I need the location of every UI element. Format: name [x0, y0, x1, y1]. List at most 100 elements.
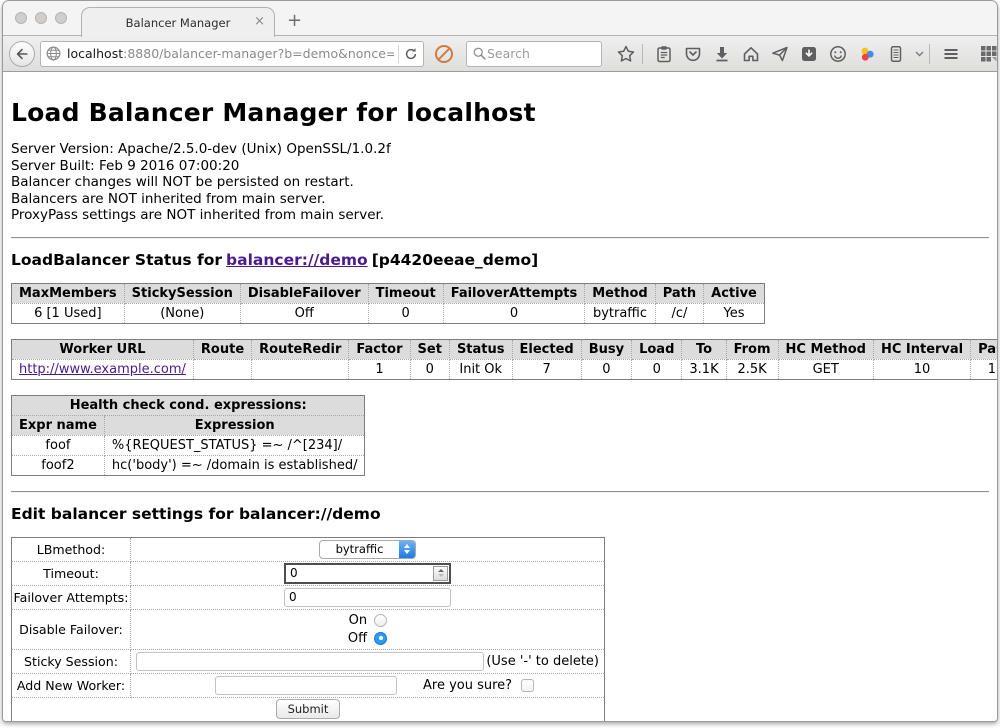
pocket-icon[interactable]	[681, 41, 705, 67]
sticky-session-cell: (Use '-' to delete)	[131, 649, 605, 673]
timeout-input[interactable]	[286, 565, 432, 582]
worker-value-cell: 0	[410, 359, 449, 379]
worker-value-cell: 1	[349, 359, 410, 379]
worker-header-cell: Busy	[581, 339, 631, 359]
grid-icon[interactable]	[977, 41, 998, 67]
balancer-demo-link[interactable]: balancer://demo	[226, 251, 368, 269]
balancer-header-cell: Path	[655, 283, 703, 303]
expression-header: Expression	[104, 415, 365, 435]
table-row: foof %{REQUEST_STATUS} =~ /^[234]/	[12, 435, 365, 455]
table-header-row: Worker URLRouteRouteRedirFactorSetStatus…	[12, 339, 998, 359]
page-content: Load Balancer Manager for localhost Serv…	[3, 72, 997, 722]
edit-balancer-heading: Edit balancer settings for balancer://de…	[11, 505, 989, 523]
caret-down-icon[interactable]	[913, 41, 925, 67]
worker-value-cell: Init Ok	[449, 359, 512, 379]
failover-attempts-input[interactable]	[284, 588, 451, 607]
submit-button[interactable]: Submit	[276, 699, 341, 719]
tab-title: Balancer Manager	[126, 16, 231, 30]
adblock-icon[interactable]	[432, 41, 456, 67]
worker-value-cell: 2.5K	[726, 359, 778, 379]
timeout-field-wrap	[284, 563, 451, 584]
bookmark-star-icon[interactable]	[614, 41, 638, 67]
minimize-window-button[interactable]	[35, 12, 47, 24]
downloads-icon[interactable]	[710, 41, 734, 67]
search-input[interactable]	[487, 46, 587, 61]
radio-off-label: Off	[348, 631, 367, 646]
status-heading-suffix: [p4420eeae_demo]	[372, 251, 539, 269]
number-spinner-icon[interactable]	[433, 566, 448, 581]
menu-icon[interactable]	[939, 41, 963, 67]
url-text[interactable]: localhost:8880/balancer-manager?b=demo&n…	[67, 46, 394, 61]
expression-cell: hc('body') =~ /domain is established/	[104, 455, 365, 475]
radio-on[interactable]	[374, 614, 387, 627]
search-bar[interactable]	[466, 41, 602, 67]
health-table-title: Health check cond. expressions:	[12, 395, 365, 415]
radio-off[interactable]	[374, 632, 387, 645]
form-row-failover-attempts: Failover Attempts:	[12, 585, 605, 609]
balancer-header-cell: DisableFailover	[240, 283, 368, 303]
worker-header-cell: Status	[449, 339, 512, 359]
lbmethod-select[interactable]: bytraffic	[319, 540, 416, 559]
worker-header-cell: RouteRedir	[252, 339, 349, 359]
form-row-submit: Submit	[12, 697, 605, 721]
home-icon[interactable]	[739, 41, 763, 67]
table-row: 6 [1 Used](None)Off00bytraffic/c/Yes	[12, 303, 765, 323]
table-header-row: Expr name Expression	[12, 415, 365, 435]
balancer-header-cell: Method	[585, 283, 655, 303]
status-heading-prefix: LoadBalancer Status for	[11, 251, 222, 269]
balancer-settings-form: LBmethod: bytraffic Timeout:	[11, 537, 605, 722]
tab-close-icon[interactable]: ×	[254, 15, 265, 29]
new-tab-button[interactable]: +	[287, 10, 302, 31]
divider	[11, 237, 989, 239]
extension-dots-icon[interactable]	[855, 41, 879, 67]
worker-header-cell: From	[726, 339, 778, 359]
worker-value-cell: 0	[632, 359, 682, 379]
tab-balancer-manager[interactable]: Balancer Manager ×	[81, 7, 275, 37]
send-plane-icon[interactable]	[768, 41, 792, 67]
form-row-lbmethod: LBmethod: bytraffic	[12, 537, 605, 561]
feedback-smiley-icon[interactable]	[826, 41, 850, 67]
timeout-label: Timeout:	[12, 561, 131, 585]
are-you-sure-label: Are you sure?	[423, 678, 512, 693]
balancer-value-cell: (None)	[124, 303, 240, 323]
url-path: :8880/balancer-manager?b=demo&nonce=decc…	[123, 46, 394, 61]
submit-cell: Submit	[12, 697, 605, 721]
balancer-value-cell: 0	[368, 303, 443, 323]
worker-url-link[interactable]: http://www.example.com/	[19, 362, 186, 377]
lbmethod-selected-value: bytraffic	[320, 541, 399, 558]
expr-name-header: Expr name	[12, 415, 105, 435]
browser-window: Balancer Manager × + localhost:8880/bala…	[2, 0, 998, 722]
navigation-toolbar: localhost:8880/balancer-manager?b=demo&n…	[3, 36, 997, 72]
urlbar-divider	[398, 45, 399, 63]
reload-icon[interactable]	[403, 46, 419, 62]
form-row-timeout: Timeout:	[12, 561, 605, 585]
tablet-icon[interactable]	[884, 41, 908, 67]
close-window-button[interactable]	[15, 12, 27, 24]
reading-list-clipboard-icon[interactable]	[652, 41, 676, 67]
balancer-value-cell: 6 [1 Used]	[12, 303, 125, 323]
worker-value-cell: 1 (0)	[971, 359, 997, 379]
worker-value-cell: 0	[581, 359, 631, 379]
sticky-session-input[interactable]	[136, 652, 484, 671]
worker-value-cell	[252, 359, 349, 379]
worker-header-cell: Elected	[512, 339, 581, 359]
disable-failover-label: Disable Failover:	[12, 609, 131, 649]
zoom-window-button[interactable]	[55, 12, 67, 24]
add-worker-input[interactable]	[215, 676, 397, 695]
worker-table: Worker URLRouteRouteRedirFactorSetStatus…	[11, 339, 997, 380]
are-you-sure-checkbox[interactable]	[521, 679, 534, 692]
address-bar[interactable]: localhost:8880/balancer-manager?b=demo&n…	[40, 41, 424, 67]
panel-download-icon[interactable]	[797, 41, 821, 67]
toolbar-separator	[929, 44, 930, 64]
persist-note-line: Balancer changes will NOT be persisted o…	[11, 174, 989, 191]
balancer-header-cell: StickySession	[124, 283, 240, 303]
site-identity-globe-icon[interactable]	[45, 45, 62, 62]
table-row: http://www.example.com/ 10Init Ok7003.1K…	[12, 359, 998, 379]
back-button[interactable]	[9, 41, 35, 67]
worker-header-cell: Passes	[971, 339, 997, 359]
window-controls	[15, 12, 67, 24]
server-version-line: Server Version: Apache/2.5.0-dev (Unix) …	[11, 141, 989, 158]
table-header-row: MaxMembersStickySessionDisableFailoverTi…	[12, 283, 765, 303]
server-built-line: Server Built: Feb 9 2016 07:00:20	[11, 158, 989, 175]
worker-value-cell: GET	[778, 359, 873, 379]
